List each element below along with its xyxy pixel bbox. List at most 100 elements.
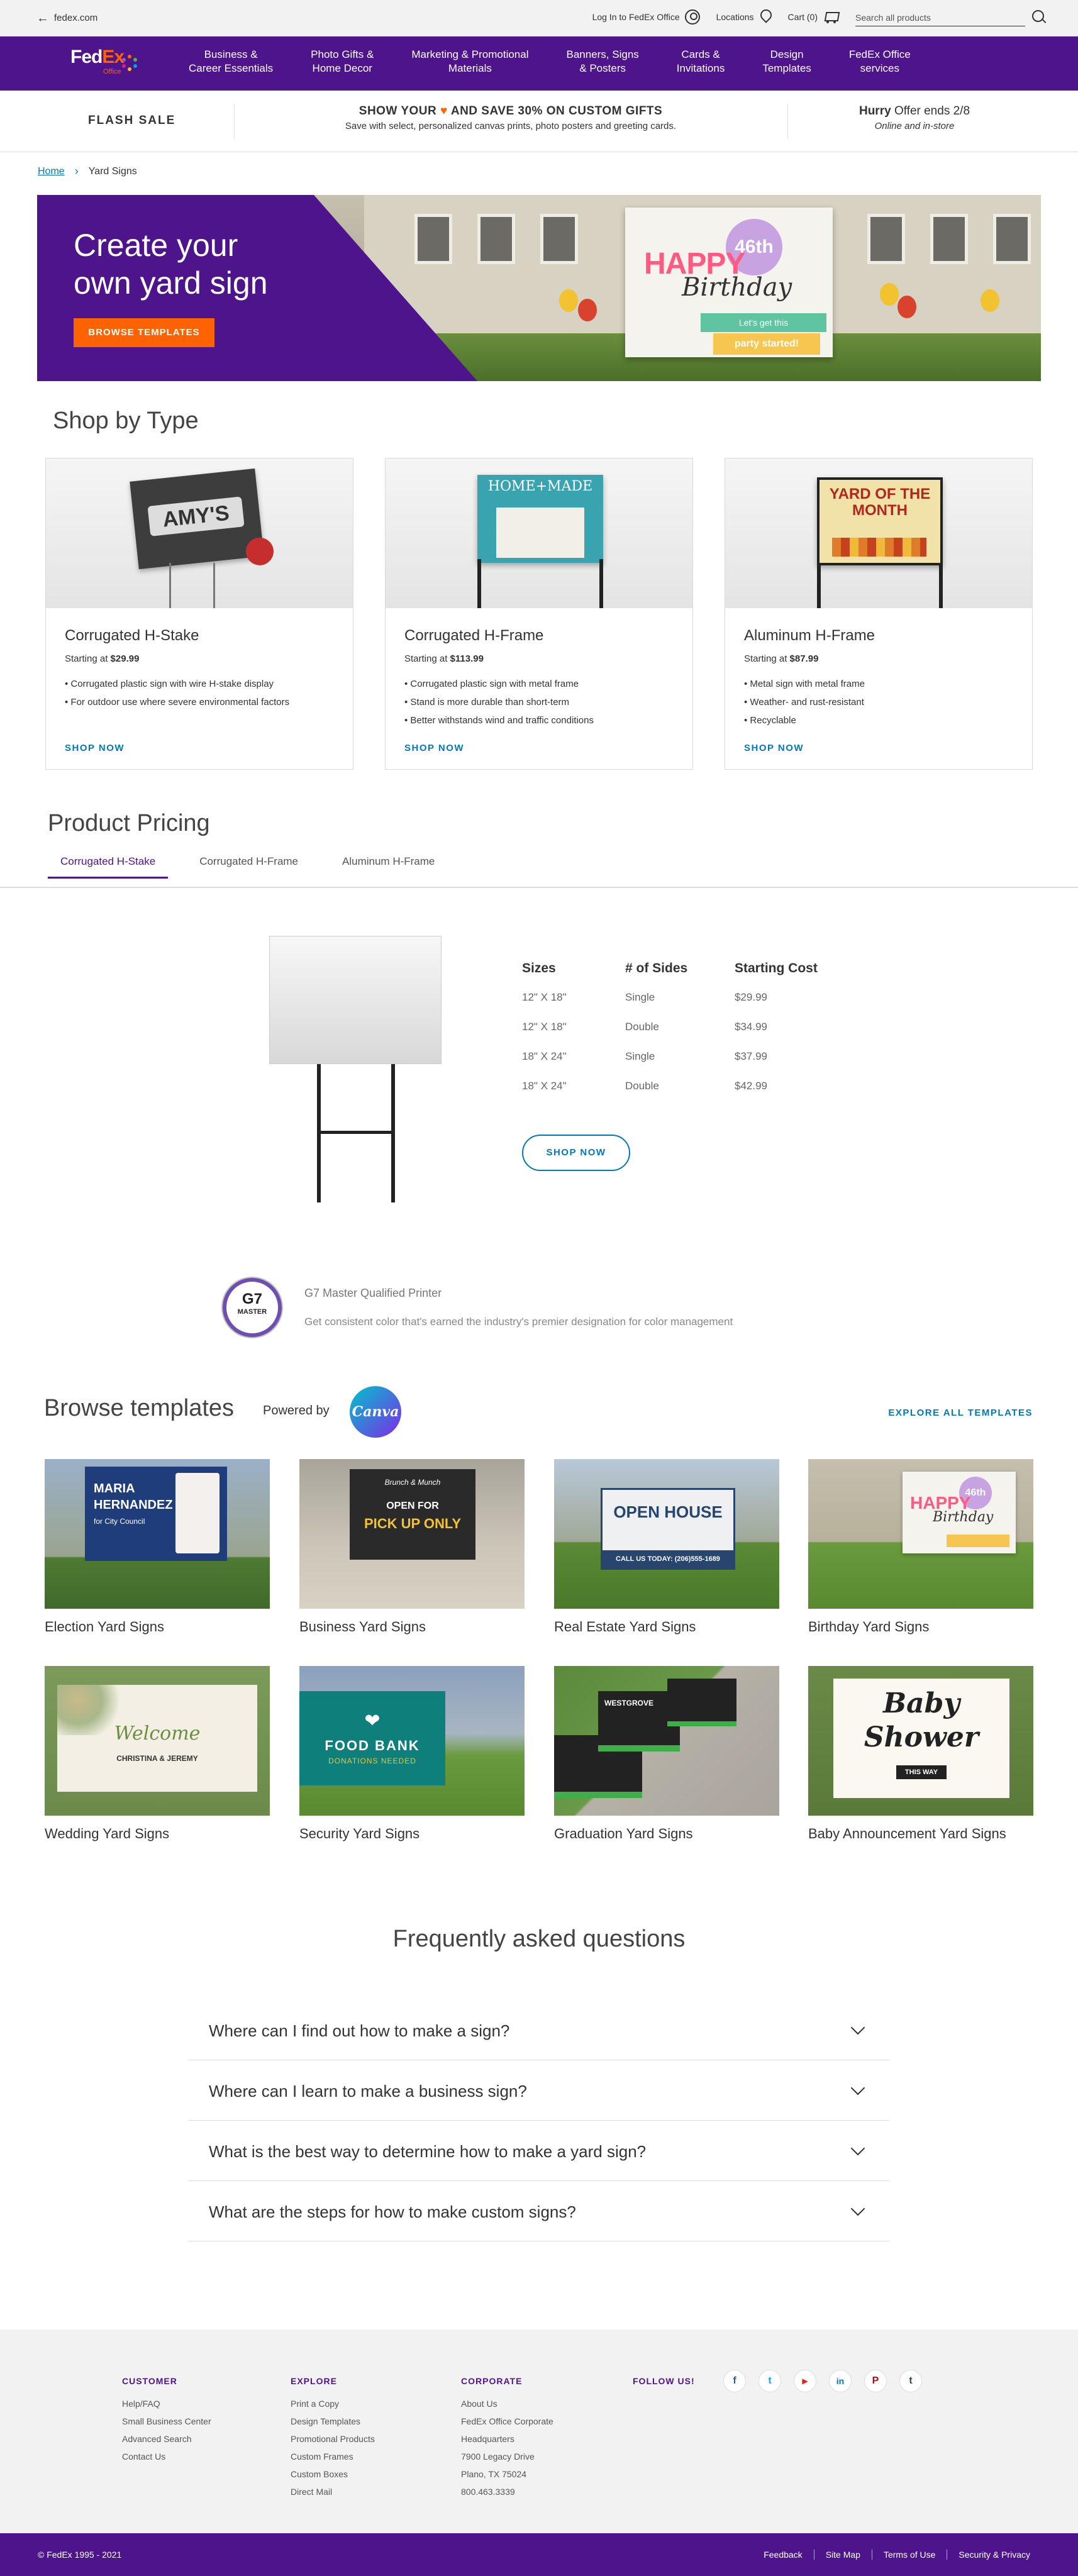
security-privacy-link[interactable]: Security & Privacy — [947, 2550, 1042, 2560]
faq-item[interactable]: Where can I find out how to make a sign? — [189, 2000, 889, 2060]
footer-link[interactable]: Small Business Center — [122, 2412, 211, 2430]
footer-link[interactable]: Custom Frames — [291, 2448, 375, 2465]
site-map-link[interactable]: Site Map — [813, 2550, 872, 2560]
cell-sides: Double — [625, 1080, 659, 1092]
template-security[interactable]: ❤ FOOD BANK DONATIONS NEEDED — [299, 1666, 525, 1816]
shop-by-type-heading: Shop by Type — [53, 408, 199, 434]
card-bullet: Corrugated plastic sign with metal frame — [404, 675, 594, 693]
food-bank-sign: ❤ FOOD BANK DONATIONS NEEDED — [299, 1691, 445, 1785]
frame-post — [817, 563, 821, 608]
search-input[interactable]: Search all products — [855, 8, 1025, 26]
template-label[interactable]: Business Yard Signs — [299, 1619, 426, 1635]
template-election[interactable]: MARIA HERNANDEZ for City Council — [45, 1459, 270, 1609]
card-bullet: For outdoor use where severe environment… — [65, 693, 289, 711]
nav-banners-signs[interactable]: Banners, Signs & Posters — [547, 48, 657, 75]
price-value: $113.99 — [450, 653, 484, 664]
facebook-icon[interactable]: f — [723, 2370, 746, 2392]
pricing-shop-now-button[interactable]: SHOP NOW — [522, 1135, 630, 1171]
template-label[interactable]: Graduation Yard Signs — [554, 1826, 693, 1842]
footer-link[interactable]: Contact Us — [122, 2448, 211, 2465]
template-graduation[interactable]: WESTGROVE — [554, 1666, 779, 1816]
footer-link[interactable]: Direct Mail — [291, 2483, 375, 2501]
template-real-estate[interactable]: OPEN HOUSE CALL US TODAY: (206)555-1689 — [554, 1459, 779, 1609]
shop-now-link[interactable]: SHOP NOW — [744, 743, 804, 753]
footer-link[interactable]: Advanced Search — [122, 2430, 211, 2448]
nav-office-services[interactable]: FedEx Office services — [830, 48, 930, 75]
col-header-sides: # of Sides — [625, 961, 688, 975]
template-baby-announcement[interactable]: Baby Shower THIS WAY — [808, 1666, 1033, 1816]
faq-item[interactable]: What is the best way to determine how to… — [189, 2121, 889, 2181]
nav-business-career[interactable]: Business & Career Essentials — [170, 48, 292, 75]
faq-item[interactable]: What are the steps for how to make custo… — [189, 2181, 889, 2241]
card-bullets: Corrugated plastic sign with wire H-stak… — [65, 675, 289, 711]
nav-design-templates[interactable]: Design Templates — [743, 48, 830, 75]
footer-link[interactable]: Headquarters — [461, 2430, 553, 2448]
tab-corrugated-h-frame[interactable]: Corrugated H-Frame — [187, 850, 311, 879]
powered-by-label: Powered by — [263, 1404, 330, 1418]
h-frame-sign: HOME+MADE — [477, 475, 603, 563]
nav-photo-gifts[interactable]: Photo Gifts & Home Decor — [292, 48, 392, 75]
footer-link[interactable]: Custom Boxes — [291, 2465, 375, 2483]
shop-now-link[interactable]: SHOP NOW — [65, 743, 125, 753]
template-label[interactable]: Baby Announcement Yard Signs — [808, 1826, 1006, 1842]
pinterest-icon[interactable]: P — [864, 2370, 887, 2392]
tab-aluminum-h-frame[interactable]: Aluminum H-Frame — [330, 850, 447, 879]
birthday-sign: 46th HAPPY Birthday — [903, 1472, 1016, 1553]
back-to-fedex-link[interactable]: ← fedex.com — [36, 12, 98, 25]
footer-explore-column: EXPLORE Print a Copy Design Templates Pr… — [291, 2376, 375, 2501]
cart-link[interactable]: Cart (0) — [788, 10, 839, 24]
template-business[interactable]: Brunch & Munch OPEN FOR PICK UP ONLY — [299, 1459, 525, 1609]
main-navigation: FedEx Office Business & Career Essential… — [0, 36, 1078, 91]
nav-marketing[interactable]: Marketing & Promotional Materials — [392, 48, 547, 75]
footer-link[interactable]: FedEx Office Corporate — [461, 2412, 553, 2430]
nav-cards[interactable]: Cards & Invitations — [658, 48, 744, 75]
search-icon[interactable] — [1031, 9, 1047, 25]
h-frame-image: HOME+MADE — [386, 458, 692, 608]
linkedin-icon[interactable]: in — [829, 2370, 852, 2392]
template-label[interactable]: Election Yard Signs — [45, 1619, 164, 1635]
product-card-h-frame[interactable]: HOME+MADE Corrugated H-Frame Starting at… — [385, 458, 693, 770]
browse-templates-heading: Browse templates — [44, 1395, 235, 1421]
footer-phone[interactable]: 800.463.3339 — [461, 2483, 553, 2501]
footer-bottom-bar: © FedEx 1995 - 2021 Feedback Site Map Te… — [0, 2533, 1078, 2576]
flash-sale-promo[interactable]: SHOW YOUR ♥ AND SAVE 30% ON CUSTOM GIFTS… — [234, 104, 787, 131]
footer-link[interactable]: Print a Copy — [291, 2395, 375, 2412]
template-label[interactable]: Real Estate Yard Signs — [554, 1619, 696, 1635]
template-label[interactable]: Security Yard Signs — [299, 1826, 420, 1842]
product-card-h-stake[interactable]: AMY'S Corrugated H-Stake Starting at $29… — [45, 458, 353, 770]
template-birthday[interactable]: 46th HAPPY Birthday — [808, 1459, 1033, 1609]
footer-link[interactable]: Design Templates — [291, 2412, 375, 2430]
price-value: $87.99 — [789, 653, 819, 664]
fedex-office-logo[interactable]: FedEx Office — [70, 47, 140, 80]
terms-of-use-link[interactable]: Terms of Use — [871, 2550, 947, 2560]
tabs-divider — [0, 887, 1078, 888]
template-wedding[interactable]: Welcome CHRISTINA & JEREMY — [45, 1666, 270, 1816]
card-bullet: Weather- and rust-resistant — [744, 693, 865, 711]
real-estate-line-1: OPEN HOUSE — [613, 1502, 723, 1521]
twitter-icon[interactable]: t — [758, 2370, 781, 2392]
browse-templates-button[interactable]: BROWSE TEMPLATES — [74, 318, 214, 347]
follow-us-label: FOLLOW US! — [633, 2376, 695, 2386]
tumblr-icon[interactable]: t — [899, 2370, 922, 2392]
flash-deadline: Hurry Offer ends 2/8 Online and in-store — [787, 104, 1042, 131]
product-card-aluminum-frame[interactable]: YARD OF THE MONTH Aluminum H-Frame Start… — [725, 458, 1033, 770]
template-label[interactable]: Wedding Yard Signs — [45, 1826, 169, 1842]
locations-link[interactable]: Locations — [716, 9, 772, 25]
youtube-icon[interactable]: ▶ — [794, 2370, 816, 2392]
breadcrumb-home[interactable]: Home — [38, 166, 65, 177]
explore-all-templates-link[interactable]: EXPLORE ALL TEMPLATES — [888, 1407, 1033, 1418]
user-icon — [684, 9, 700, 25]
faq-item[interactable]: Where can I learn to make a business sig… — [189, 2060, 889, 2121]
footer-link[interactable]: Help/FAQ — [122, 2395, 211, 2412]
login-link[interactable]: Log In to FedEx Office — [592, 9, 700, 25]
card-price: Starting at $113.99 — [404, 653, 484, 664]
feedback-link[interactable]: Feedback — [752, 2550, 813, 2560]
footer-link[interactable]: About Us — [461, 2395, 553, 2412]
shop-now-link[interactable]: SHOP NOW — [404, 743, 464, 753]
template-label[interactable]: Birthday Yard Signs — [808, 1619, 929, 1635]
cell-size: 18" X 24" — [522, 1080, 567, 1092]
back-link-label: fedex.com — [54, 13, 98, 23]
tab-corrugated-h-stake[interactable]: Corrugated H-Stake — [48, 850, 169, 879]
footer-link[interactable]: Promotional Products — [291, 2430, 375, 2448]
flash-sale-label: FLASH SALE — [88, 114, 176, 127]
